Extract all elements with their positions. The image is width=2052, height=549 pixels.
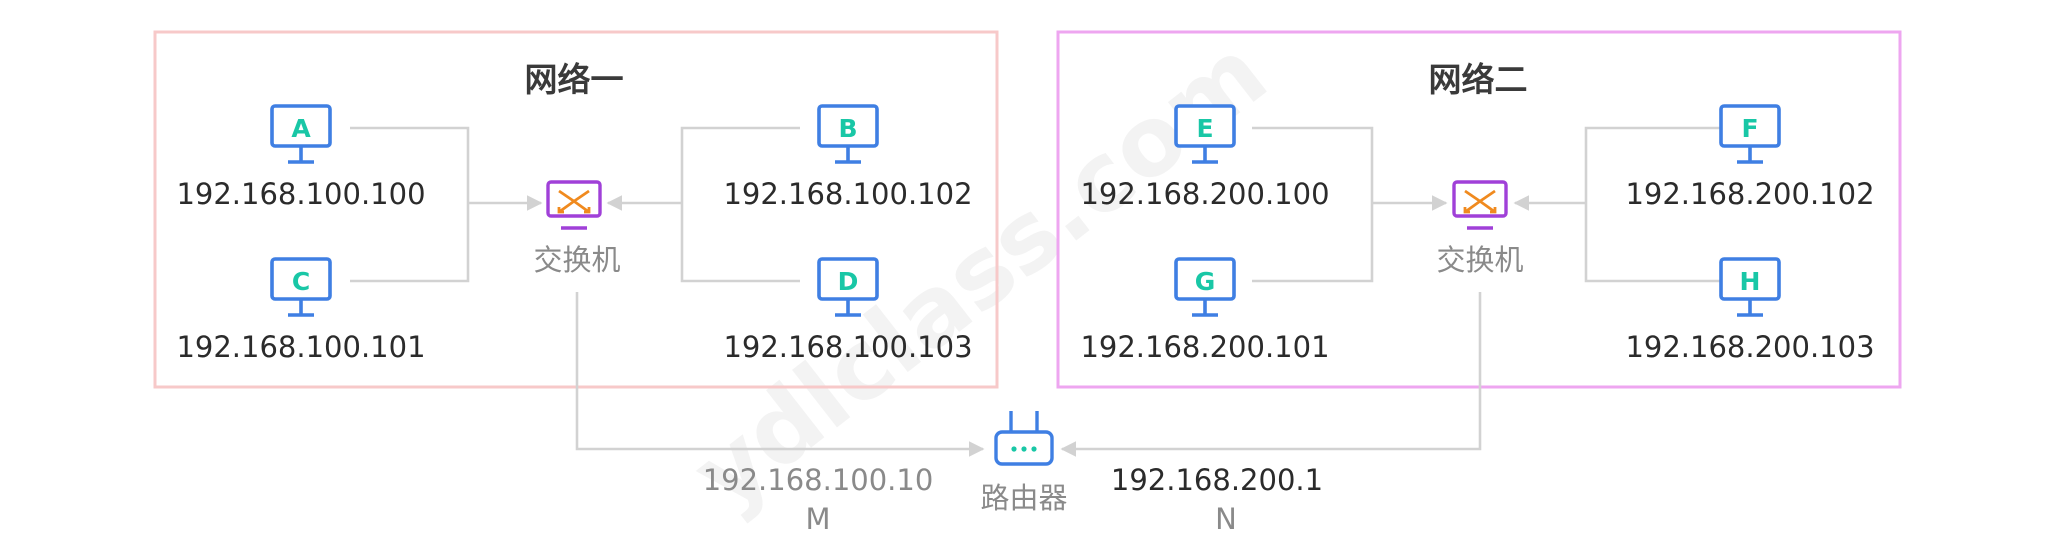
- port-n-ip: 192.168.200.1: [1111, 463, 1323, 497]
- host-h-ip: 192.168.200.103: [1625, 330, 1874, 364]
- router: [994, 411, 1054, 466]
- host-f: F: [1719, 104, 1781, 164]
- host-g-ip: 192.168.200.101: [1080, 330, 1329, 364]
- switch-one: [546, 180, 602, 230]
- network-diagram: ydlclass.com 网络一 网络二 A 192.168.100.100 C…: [153, 17, 1902, 536]
- network-two-title: 网络二: [1429, 60, 1528, 99]
- host-letter: F: [1741, 114, 1758, 143]
- host-letter: B: [838, 114, 857, 143]
- host-d-ip: 192.168.100.103: [723, 330, 972, 364]
- host-a: A: [270, 104, 332, 164]
- host-c: C: [270, 257, 332, 317]
- host-f-ip: 192.168.200.102: [1625, 177, 1874, 211]
- host-letter: E: [1196, 114, 1213, 143]
- router-icon: [994, 411, 1054, 466]
- host-b-ip: 192.168.100.102: [723, 177, 972, 211]
- router-label: 路由器: [980, 481, 1067, 515]
- switch-icon: [1452, 180, 1508, 230]
- host-letter: A: [291, 114, 311, 143]
- port-m-name: M: [805, 502, 830, 536]
- host-e-ip: 192.168.200.100: [1080, 177, 1329, 211]
- host-a-ip: 192.168.100.100: [176, 177, 425, 211]
- host-letter: D: [838, 267, 859, 296]
- switch-two-label: 交换机: [1436, 243, 1523, 277]
- switch-one-label: 交换机: [533, 243, 620, 277]
- port-n-name: N: [1215, 502, 1237, 536]
- host-letter: H: [1740, 267, 1761, 296]
- switch-icon: [546, 180, 602, 230]
- port-m-ip: 192.168.100.10: [703, 463, 934, 497]
- network-one-title: 网络一: [525, 60, 624, 99]
- host-g: G: [1174, 257, 1236, 317]
- host-h: H: [1719, 257, 1781, 317]
- host-letter: G: [1195, 267, 1216, 296]
- host-b: B: [817, 104, 879, 164]
- host-c-ip: 192.168.100.101: [176, 330, 425, 364]
- switch-two: [1452, 180, 1508, 230]
- host-letter: C: [292, 267, 310, 296]
